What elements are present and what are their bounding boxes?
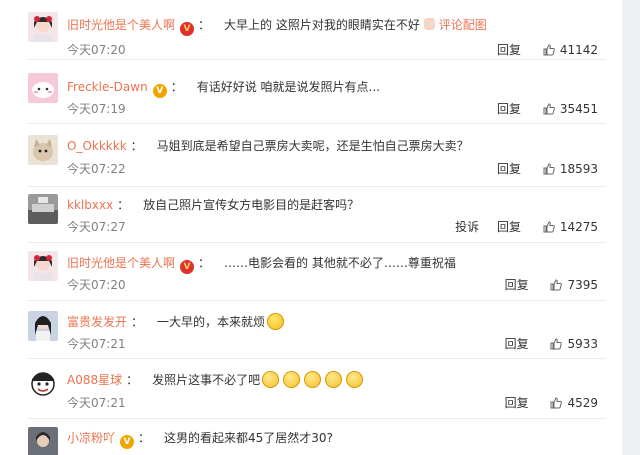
comment-item: Freckle-Dawn V： 有话好好说 咱就是说发照片有点... 今天07:19… xyxy=(0,60,622,124)
colon: ： xyxy=(117,198,130,212)
laugh-cry-emoji-icon xyxy=(262,371,280,388)
comment-item: 旧时光他是个美人啊 V： ……电影会看的 其他就不必了……尊重祝福 今天07:20 … xyxy=(0,243,622,301)
timestamp: 今天07:21 xyxy=(67,396,126,410)
like-count: 18593 xyxy=(559,162,598,176)
username-link[interactable]: A088星球 xyxy=(67,373,122,387)
laugh-cry-emoji-icon xyxy=(346,371,364,388)
like-icon[interactable] xyxy=(550,397,563,413)
colon: ： xyxy=(138,431,151,445)
like-count: 14275 xyxy=(559,220,598,234)
avatar[interactable] xyxy=(28,251,58,281)
colon: ： xyxy=(198,256,211,270)
reply-button[interactable]: 回复 xyxy=(505,278,529,292)
timestamp: 今天07:27 xyxy=(67,220,126,234)
username-link[interactable]: 旧时光他是个美人啊 xyxy=(67,18,175,32)
comment-text: 发照片这事不必了吧 xyxy=(152,373,261,387)
laugh-cry-emoji-icon xyxy=(283,371,301,388)
comment-text: 马姐到底是希望自己票房大卖呢，还是生怕自己票房大卖？ xyxy=(156,139,469,153)
timestamp: 今天07:20 xyxy=(67,43,126,57)
verified-badge-icon: V xyxy=(180,260,195,274)
username-link[interactable]: 小凉粉吖 xyxy=(67,431,115,445)
colon: ： xyxy=(170,80,183,94)
like-count: 4529 xyxy=(567,396,598,410)
timestamp: 今天07:20 xyxy=(67,278,126,292)
timestamp: 今天07:19 xyxy=(67,102,126,116)
comment-list: 旧时光他是个美人啊 V：大早上的 这照片对我的眼睛实在不好 评论配图 今天07:2… xyxy=(0,0,622,455)
verified-badge-icon: V xyxy=(152,84,167,98)
comment-text: 放自己照片宣传女方电影目的是赶客吗？ xyxy=(143,198,360,212)
avatar[interactable] xyxy=(28,369,58,399)
username-link[interactable]: kklbxxx xyxy=(67,198,113,212)
avatar[interactable] xyxy=(28,73,58,103)
like-icon[interactable] xyxy=(550,338,563,354)
like-icon[interactable] xyxy=(543,221,555,237)
comment-item: A088星球 ： 发照片这事不必了吧 今天07:21 回复 4529 xyxy=(0,359,622,419)
comment-text: 大早上的 这照片对我的眼睛实在不好 xyxy=(224,18,420,32)
reply-button[interactable]: 回复 xyxy=(497,102,521,116)
like-icon[interactable] xyxy=(550,279,563,295)
comment-image-link[interactable]: 评论配图 xyxy=(439,18,487,32)
avatar[interactable] xyxy=(28,427,58,455)
report-button[interactable]: 投诉 xyxy=(455,220,479,234)
like-count: 35451 xyxy=(559,102,598,116)
reply-button[interactable]: 回复 xyxy=(505,396,529,410)
avatar[interactable] xyxy=(28,194,58,224)
colon: ： xyxy=(126,373,139,387)
reply-button[interactable]: 回复 xyxy=(497,43,521,57)
avatar[interactable] xyxy=(28,311,58,341)
verified-badge-icon: V xyxy=(120,435,135,449)
comment-item: kklbxxx ： 放自己照片宣传女方电影目的是赶客吗？ 今天07:27 投诉 回复… xyxy=(0,187,622,243)
comment-text: 这男的看起来都45了居然才30? xyxy=(164,431,333,445)
comment-item: O_Okkkkk： 马姐到底是希望自己票房大卖呢，还是生怕自己票房大卖？ 今天07… xyxy=(0,124,622,187)
reply-button[interactable]: 回复 xyxy=(505,337,529,351)
like-icon[interactable] xyxy=(543,44,555,60)
comment-item: 富贵发发开 ： 一大早的，本来就烦 今天07:21 回复 5933 xyxy=(0,301,622,359)
comment-item: 旧时光他是个美人啊 V： 大早上的 这照片对我的眼睛实在不好 评论配图 今天07:2… xyxy=(0,0,622,60)
comment-text: ……电影会看的 其他就不必了……尊重祝福 xyxy=(224,256,456,270)
like-icon[interactable] xyxy=(543,103,555,119)
colon: ： xyxy=(198,18,211,32)
avatar[interactable] xyxy=(28,135,58,165)
timestamp: 今天07:22 xyxy=(67,162,126,176)
like-count: 41142 xyxy=(559,43,598,57)
smile-emoji-icon xyxy=(267,313,285,330)
like-icon[interactable] xyxy=(543,163,555,179)
hand-emoji-icon xyxy=(423,18,435,30)
laugh-cry-emoji-icon xyxy=(304,371,322,388)
username-link[interactable]: Freckle-Dawn xyxy=(67,80,148,94)
username-link[interactable]: O_Okkkkk xyxy=(67,139,127,153)
verified-badge-icon: V xyxy=(180,22,195,36)
avatar[interactable] xyxy=(28,12,58,42)
like-count: 5933 xyxy=(567,337,598,351)
scrollbar[interactable] xyxy=(622,0,640,455)
username-link[interactable]: 富贵发发开 xyxy=(67,315,127,329)
colon: ： xyxy=(131,315,144,329)
reply-button[interactable]: 回复 xyxy=(497,162,521,176)
like-count: 7395 xyxy=(567,278,598,292)
timestamp: 今天07:21 xyxy=(67,337,126,351)
colon: ： xyxy=(130,139,143,153)
reply-button[interactable]: 回复 xyxy=(497,220,521,234)
laugh-cry-emoji-icon xyxy=(325,371,343,388)
username-link[interactable]: 旧时光他是个美人啊 xyxy=(67,256,175,270)
comment-text: 一大早的，本来就烦 xyxy=(157,315,266,329)
comment-item: 小凉粉吖 V： 这男的看起来都45了居然才30? xyxy=(0,419,622,455)
comment-text: 有话好好说 咱就是说发照片有点... xyxy=(196,80,380,94)
